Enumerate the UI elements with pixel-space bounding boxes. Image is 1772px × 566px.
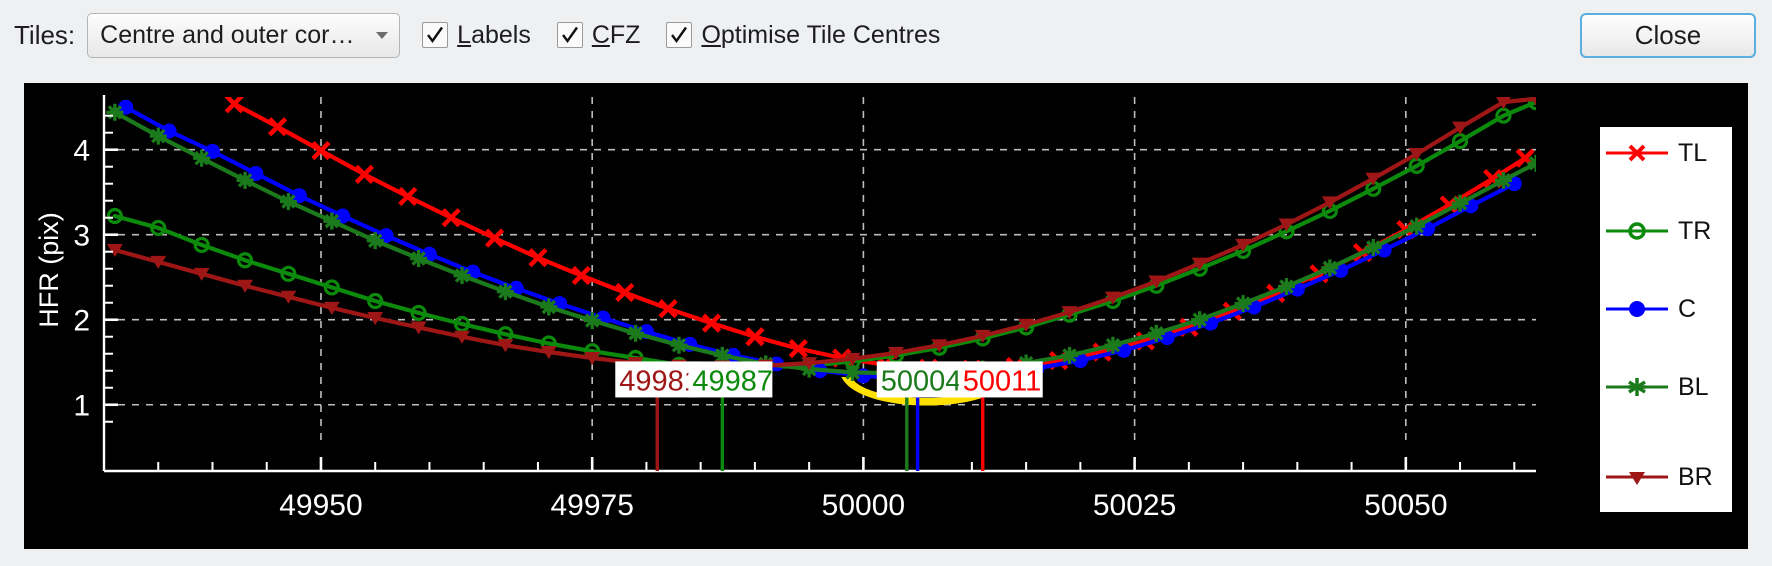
checkbox-cfz[interactable]: CFZ xyxy=(556,20,641,50)
x-tick-label: 50000 xyxy=(822,489,905,522)
svg-text:50011: 50011 xyxy=(963,365,1042,397)
tiles-select-value: Centre and outer corners xyxy=(100,20,366,49)
y-tick-label: 3 xyxy=(73,220,90,253)
tiles-select[interactable]: Centre and outer corners xyxy=(87,12,401,58)
svg-text:49987: 49987 xyxy=(692,365,773,397)
chart-svg: 123449950 49975 50000 50025 50050 HFR (pix) … xyxy=(24,83,1748,549)
legend-item-br: BR xyxy=(1600,457,1732,497)
legend-swatch-c xyxy=(1604,296,1670,322)
svg-text:49981: 49981 xyxy=(619,365,700,397)
close-button-label: Close xyxy=(1634,20,1702,50)
check-icon xyxy=(427,26,444,44)
checkbox-labels-box[interactable] xyxy=(422,22,449,48)
focus-curve-window: Tiles: Centre and outer corners Labels C… xyxy=(0,0,1772,566)
annotation-50004: 50004 xyxy=(876,361,962,398)
annotation-49987: 49987 xyxy=(688,361,773,398)
legend-item-c: C xyxy=(1600,289,1732,329)
legend-label-tl: TL xyxy=(1678,138,1708,167)
legend-swatch-tl xyxy=(1604,140,1670,166)
x-tick-label: 49950 xyxy=(279,489,362,522)
x-tick-label: 49975 xyxy=(550,489,633,522)
svg-text:50004: 50004 xyxy=(881,365,962,397)
x-tick-label: 50025 xyxy=(1093,489,1176,522)
annotation-50011: 50011 xyxy=(958,361,1043,398)
y-tick-label: 4 xyxy=(73,135,90,168)
x-tick-label: 50050 xyxy=(1364,489,1447,522)
close-button[interactable]: Close xyxy=(1580,13,1756,58)
chevron-down-icon xyxy=(365,30,399,40)
checkbox-labels[interactable]: Labels xyxy=(422,21,531,50)
checkbox-optimise-tile-centres-box[interactable] xyxy=(666,22,693,48)
checkbox-optimise-tile-centres[interactable]: Optimise Tile Centres xyxy=(666,21,940,50)
tiles-label: Tiles: xyxy=(14,19,76,50)
checkbox-labels-label: Labels xyxy=(457,20,531,49)
legend-label-br: BR xyxy=(1678,462,1713,491)
chart-background xyxy=(24,83,1748,549)
toolbar: Tiles: Centre and outer corners Labels C… xyxy=(0,0,1772,70)
check-icon xyxy=(561,26,578,44)
checkbox-cfz-box[interactable] xyxy=(556,22,583,48)
legend-label-bl: BL xyxy=(1678,372,1709,401)
legend-item-bl: BL xyxy=(1600,367,1732,407)
legend-label-c: C xyxy=(1678,294,1697,323)
legend-swatch-bl xyxy=(1604,374,1670,400)
legend-item-tl: TL xyxy=(1600,133,1732,173)
chart-legend: TL TR C BL BR xyxy=(1600,127,1732,512)
checkbox-cfz-label: CFZ xyxy=(591,20,641,49)
y-tick-label: 1 xyxy=(73,390,90,423)
legend-swatch-br xyxy=(1604,464,1670,490)
y-axis-label: HFR (pix) xyxy=(34,212,64,328)
legend-swatch-tr xyxy=(1604,218,1670,244)
check-icon xyxy=(671,26,688,44)
legend-label-tr: TR xyxy=(1678,216,1712,245)
focus-curve-chart: 1 2 3 4 49950 49975 50000 50025 50050 HFR (pix) … xyxy=(24,83,1748,549)
legend-item-tr: TR xyxy=(1600,211,1732,251)
y-tick-label: 2 xyxy=(73,305,90,338)
annotation-49981: 49981 xyxy=(615,361,700,398)
checkbox-optimise-tile-centres-label: Optimise Tile Centres xyxy=(701,20,941,49)
